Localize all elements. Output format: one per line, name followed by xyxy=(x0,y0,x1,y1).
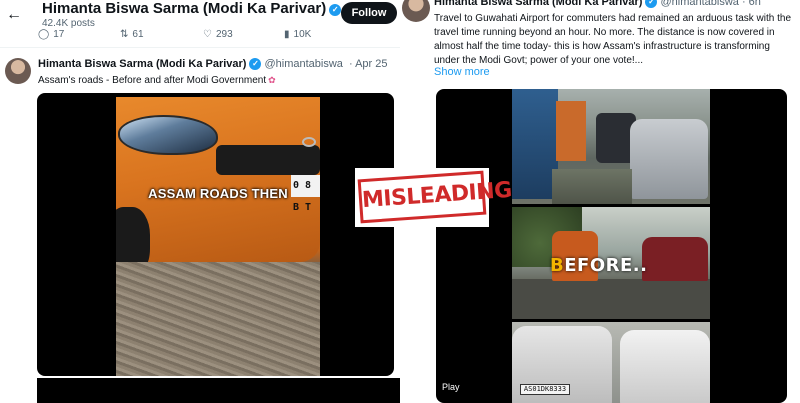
white-car xyxy=(620,330,710,403)
play-button[interactable]: Play xyxy=(442,382,460,392)
overlay-letter: B xyxy=(550,255,565,276)
video-segment-cars: AS01DK8333 xyxy=(512,322,710,403)
tweet-video[interactable]: BEFORE.. AS01DK8333 Play xyxy=(436,89,787,403)
repost-count: 61 xyxy=(132,29,144,40)
video-segment-traffic xyxy=(512,89,710,204)
repost-icon: ⇅ xyxy=(120,29,129,40)
tweet-header: Himanta Biswa Sarma (Modi Ka Parivar) ✓ @h… xyxy=(434,0,761,8)
road-surface xyxy=(512,279,710,319)
headlight xyxy=(118,115,218,155)
divider xyxy=(0,47,400,48)
reply-count: 17 xyxy=(53,29,65,40)
video-frame: 0 8 B T ASSAM ROADS THEN xyxy=(116,97,320,376)
avatar[interactable] xyxy=(5,58,31,84)
author-handle[interactable]: @himantabiswa · 6h xyxy=(660,0,760,8)
waterlogged-road xyxy=(552,169,632,204)
left-post-panel: ← Himanta Biswa Sarma (Modi Ka Parivar) ✓… xyxy=(0,0,400,403)
red-car xyxy=(642,237,708,281)
tweet-date[interactable]: · Apr 25 xyxy=(349,58,388,70)
analytics-icon: ▮ xyxy=(284,29,290,40)
tweet-text: Travel to Guwahati Airport for commuters… xyxy=(434,13,792,66)
view-count: 10K xyxy=(293,29,312,40)
author-name[interactable]: Himanta Biswa Sarma (Modi Ka Parivar) xyxy=(38,58,246,70)
show-more-link[interactable]: Show more xyxy=(434,66,490,78)
author-name[interactable]: Himanta Biswa Sarma (Modi Ka Parivar) xyxy=(434,0,642,8)
white-suv: AS01DK8333 xyxy=(512,326,612,403)
profile-header-name: Himanta Biswa Sarma (Modi Ka Parivar) ✓ xyxy=(42,0,342,17)
overlay-rest: EFORE.. xyxy=(564,255,648,276)
car-logo-icon xyxy=(302,137,316,147)
back-arrow-icon[interactable]: ← xyxy=(6,6,22,24)
author-handle[interactable]: @himantabiswa xyxy=(264,58,342,70)
like-count: 293 xyxy=(215,29,233,40)
misleading-stamp: MISLEADING xyxy=(355,168,513,227)
verified-badge-icon: ✓ xyxy=(329,4,342,16)
reply-button[interactable]: ◯ 17 xyxy=(38,29,64,40)
tweet-video[interactable]: 0 8 B T ASSAM ROADS THEN xyxy=(37,93,394,376)
like-button[interactable]: ♡ 293 xyxy=(203,29,233,40)
license-plate: AS01DK8333 xyxy=(520,384,570,395)
avatar[interactable] xyxy=(402,0,430,22)
tweet-text-content: Assam's roads - Before and after Modi Go… xyxy=(38,75,267,86)
tweet-action-row: ◯ 17 ⇅ 61 ♡ 293 ▮ 10K xyxy=(0,28,400,44)
stamp-label: MISLEADING xyxy=(357,170,513,224)
grille xyxy=(216,145,320,175)
profile-name: Himanta Biswa Sarma (Modi Ka Parivar) xyxy=(42,0,327,17)
views-button[interactable]: ▮ 10K xyxy=(284,29,311,40)
grey-car xyxy=(630,119,708,199)
follow-button[interactable]: Follow xyxy=(341,2,397,24)
video-overlay-text: ASSAM ROADS THEN xyxy=(148,186,288,201)
tweet-text: Assam's roads - Before and after Modi Go… xyxy=(38,75,276,86)
video-bottom-bar xyxy=(37,378,400,403)
brain-icon: ✿ xyxy=(268,75,276,85)
tweet-header: Himanta Biswa Sarma (Modi Ka Parivar) ✓ @h… xyxy=(38,58,388,70)
verified-badge-icon: ✓ xyxy=(249,58,262,70)
video-overlay-text: BEFORE.. xyxy=(550,255,647,276)
road-surface xyxy=(116,262,320,376)
repost-button[interactable]: ⇅ 61 xyxy=(120,29,144,40)
verified-badge-icon: ✓ xyxy=(645,0,658,8)
bus xyxy=(556,101,586,161)
reply-icon: ◯ xyxy=(38,29,50,40)
video-segment-before: BEFORE.. xyxy=(512,207,710,319)
heart-icon: ♡ xyxy=(203,29,212,40)
